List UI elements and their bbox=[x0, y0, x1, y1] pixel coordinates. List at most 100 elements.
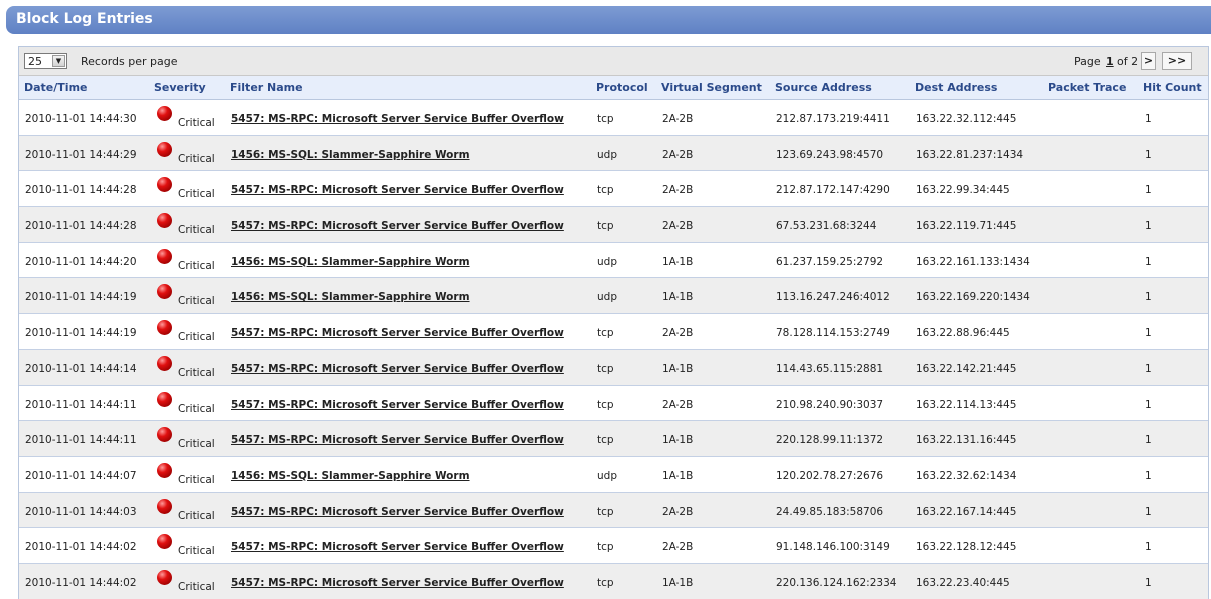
cell-hit-count: 1 bbox=[1145, 469, 1152, 482]
cell-hit-count: 1 bbox=[1145, 113, 1152, 125]
cell-filter-name-link[interactable]: 5457: MS-RPC: Microsoft Server Service B… bbox=[231, 220, 564, 232]
last-page-button[interactable]: >> bbox=[1162, 52, 1192, 70]
cell-dest-address: 163.22.81.237:1434 bbox=[916, 148, 1024, 161]
table-row: 2010-11-01 14:44:19 Critical 5457: MS-RP… bbox=[19, 314, 1208, 350]
cell-dest-address: 163.22.128.12:445 bbox=[916, 541, 1017, 554]
column-header-datetime[interactable]: Date/Time bbox=[24, 81, 88, 94]
cell-filter-name-link[interactable]: 5457: MS-RPC: Microsoft Server Service B… bbox=[231, 577, 564, 589]
cell-hit-count: 1 bbox=[1145, 362, 1152, 375]
cell-datetime: 2010-11-01 14:44:30 bbox=[25, 113, 137, 125]
chevron-down-icon[interactable]: ▼ bbox=[52, 55, 65, 67]
cell-datetime: 2010-11-01 14:44:02 bbox=[25, 541, 137, 554]
table-row: 2010-11-01 14:44:03 Critical 5457: MS-RP… bbox=[19, 492, 1208, 529]
cell-dest-address: 163.22.119.71:445 bbox=[916, 220, 1017, 233]
cell-filter-name-link[interactable]: 5457: MS-RPC: Microsoft Server Service B… bbox=[231, 113, 564, 125]
cell-datetime: 2010-11-01 14:44:11 bbox=[25, 398, 137, 411]
cell-severity: Critical bbox=[178, 545, 215, 558]
cell-virtual-segment: 1A-1B bbox=[662, 255, 694, 268]
cell-severity: Critical bbox=[178, 188, 215, 201]
cell-dest-address: 163.22.142.21:445 bbox=[916, 362, 1017, 375]
cell-datetime: 2010-11-01 14:44:14 bbox=[25, 362, 137, 375]
cell-dest-address: 163.22.114.13:445 bbox=[916, 398, 1017, 411]
cell-protocol: udp bbox=[597, 291, 617, 304]
cell-protocol: tcp bbox=[597, 541, 614, 554]
cell-filter-name-link[interactable]: 5457: MS-RPC: Microsoft Server Service B… bbox=[231, 506, 564, 518]
column-header-virtual-segment[interactable]: Virtual Segment bbox=[661, 81, 762, 94]
table-row: 2010-11-01 14:44:11 Critical 5457: MS-RP… bbox=[19, 421, 1208, 457]
records-per-page-label: Records per page bbox=[81, 55, 178, 68]
column-header-source-address[interactable]: Source Address bbox=[775, 81, 872, 94]
cell-hit-count: 1 bbox=[1145, 291, 1152, 304]
cell-filter-name-link[interactable]: 5457: MS-RPC: Microsoft Server Service B… bbox=[231, 363, 564, 375]
cell-hit-count: 1 bbox=[1145, 434, 1152, 447]
page-title: Block Log Entries bbox=[16, 11, 153, 27]
cell-filter-name-link[interactable]: 1456: MS-SQL: Slammer-Sapphire Worm bbox=[231, 149, 470, 161]
cell-filter-name-link[interactable]: 5457: MS-RPC: Microsoft Server Service B… bbox=[231, 399, 564, 411]
cell-source-address: 212.87.173.219:4411 bbox=[776, 113, 890, 125]
critical-severity-icon bbox=[157, 427, 172, 443]
cell-dest-address: 163.22.131.16:445 bbox=[916, 434, 1017, 447]
cell-virtual-segment: 2A-2B bbox=[662, 113, 694, 125]
cell-severity: Critical bbox=[178, 438, 215, 451]
cell-datetime: 2010-11-01 14:44:02 bbox=[25, 576, 137, 589]
cell-source-address: 113.16.247.246:4012 bbox=[776, 291, 890, 304]
cell-severity: Critical bbox=[178, 331, 215, 344]
cell-filter-name-link[interactable]: 5457: MS-RPC: Microsoft Server Service B… bbox=[231, 327, 564, 339]
cell-filter-name-link[interactable]: 1456: MS-SQL: Slammer-Sapphire Worm bbox=[231, 291, 470, 303]
critical-severity-icon bbox=[157, 248, 172, 264]
column-header-filter-name[interactable]: Filter Name bbox=[230, 81, 303, 94]
column-header-hit-count[interactable]: Hit Count bbox=[1143, 81, 1202, 94]
page-total: of 2 bbox=[1117, 55, 1139, 68]
cell-source-address: 123.69.243.98:4570 bbox=[776, 148, 884, 161]
table-row: 2010-11-01 14:44:28 Critical 5457: MS-RP… bbox=[19, 171, 1208, 208]
table-row: 2010-11-01 14:44:28 Critical 5457: MS-RP… bbox=[19, 207, 1208, 243]
cell-filter-name-link[interactable]: 5457: MS-RPC: Microsoft Server Service B… bbox=[231, 184, 564, 196]
cell-source-address: 120.202.78.27:2676 bbox=[776, 469, 884, 482]
cell-datetime: 2010-11-01 14:44:19 bbox=[25, 327, 137, 340]
cell-hit-count: 1 bbox=[1145, 184, 1152, 197]
cell-source-address: 114.43.65.115:2881 bbox=[776, 362, 884, 375]
cell-hit-count: 1 bbox=[1145, 398, 1152, 411]
cell-severity: Critical bbox=[178, 366, 215, 379]
critical-severity-icon bbox=[157, 569, 172, 585]
cell-severity: Critical bbox=[178, 259, 215, 272]
cell-filter-name-link[interactable]: 5457: MS-RPC: Microsoft Server Service B… bbox=[231, 541, 564, 553]
cell-virtual-segment: 2A-2B bbox=[662, 184, 694, 197]
column-header-packet-trace[interactable]: Packet Trace bbox=[1048, 81, 1126, 94]
title-bar: Block Log Entries bbox=[6, 6, 1211, 34]
cell-virtual-segment: 1A-1B bbox=[662, 291, 694, 304]
critical-severity-icon bbox=[157, 320, 172, 336]
cell-source-address: 78.128.114.153:2749 bbox=[776, 327, 890, 340]
cell-filter-name-link[interactable]: 1456: MS-SQL: Slammer-Sapphire Worm bbox=[231, 470, 470, 482]
cell-datetime: 2010-11-01 14:44:28 bbox=[25, 184, 137, 197]
cell-dest-address: 163.22.167.14:445 bbox=[916, 505, 1017, 518]
cell-datetime: 2010-11-01 14:44:20 bbox=[25, 255, 137, 268]
cell-dest-address: 163.22.32.112:445 bbox=[916, 113, 1017, 125]
table-row: 2010-11-01 14:44:02 Critical 5457: MS-RP… bbox=[19, 528, 1208, 564]
cell-severity: Critical bbox=[178, 402, 215, 415]
column-header-severity[interactable]: Severity bbox=[154, 81, 206, 94]
cell-filter-name-link[interactable]: 1456: MS-SQL: Slammer-Sapphire Worm bbox=[231, 256, 470, 268]
cell-hit-count: 1 bbox=[1145, 505, 1152, 518]
cell-virtual-segment: 2A-2B bbox=[662, 541, 694, 554]
cell-filter-name-link[interactable]: 5457: MS-RPC: Microsoft Server Service B… bbox=[231, 434, 564, 446]
cell-protocol: tcp bbox=[597, 505, 614, 518]
next-page-button[interactable]: > bbox=[1141, 52, 1156, 70]
records-per-page-select[interactable]: 25 ▼ bbox=[24, 53, 67, 69]
cell-severity: Critical bbox=[178, 295, 215, 308]
cell-datetime: 2010-11-01 14:44:19 bbox=[25, 291, 137, 304]
cell-hit-count: 1 bbox=[1145, 220, 1152, 233]
cell-protocol: tcp bbox=[597, 113, 614, 125]
cell-datetime: 2010-11-01 14:44:03 bbox=[25, 505, 137, 518]
records-per-page-value: 25 bbox=[28, 55, 42, 68]
critical-severity-icon bbox=[157, 534, 172, 550]
cell-dest-address: 163.22.88.96:445 bbox=[916, 327, 1010, 340]
cell-severity: Critical bbox=[178, 224, 215, 237]
column-header-protocol[interactable]: Protocol bbox=[596, 81, 648, 94]
critical-severity-icon bbox=[157, 106, 172, 121]
critical-severity-icon bbox=[157, 355, 172, 371]
current-page-link[interactable]: 1 bbox=[1106, 55, 1114, 68]
cell-protocol: udp bbox=[597, 469, 617, 482]
cell-source-address: 220.136.124.162:2334 bbox=[776, 576, 897, 589]
column-header-dest-address[interactable]: Dest Address bbox=[915, 81, 997, 94]
